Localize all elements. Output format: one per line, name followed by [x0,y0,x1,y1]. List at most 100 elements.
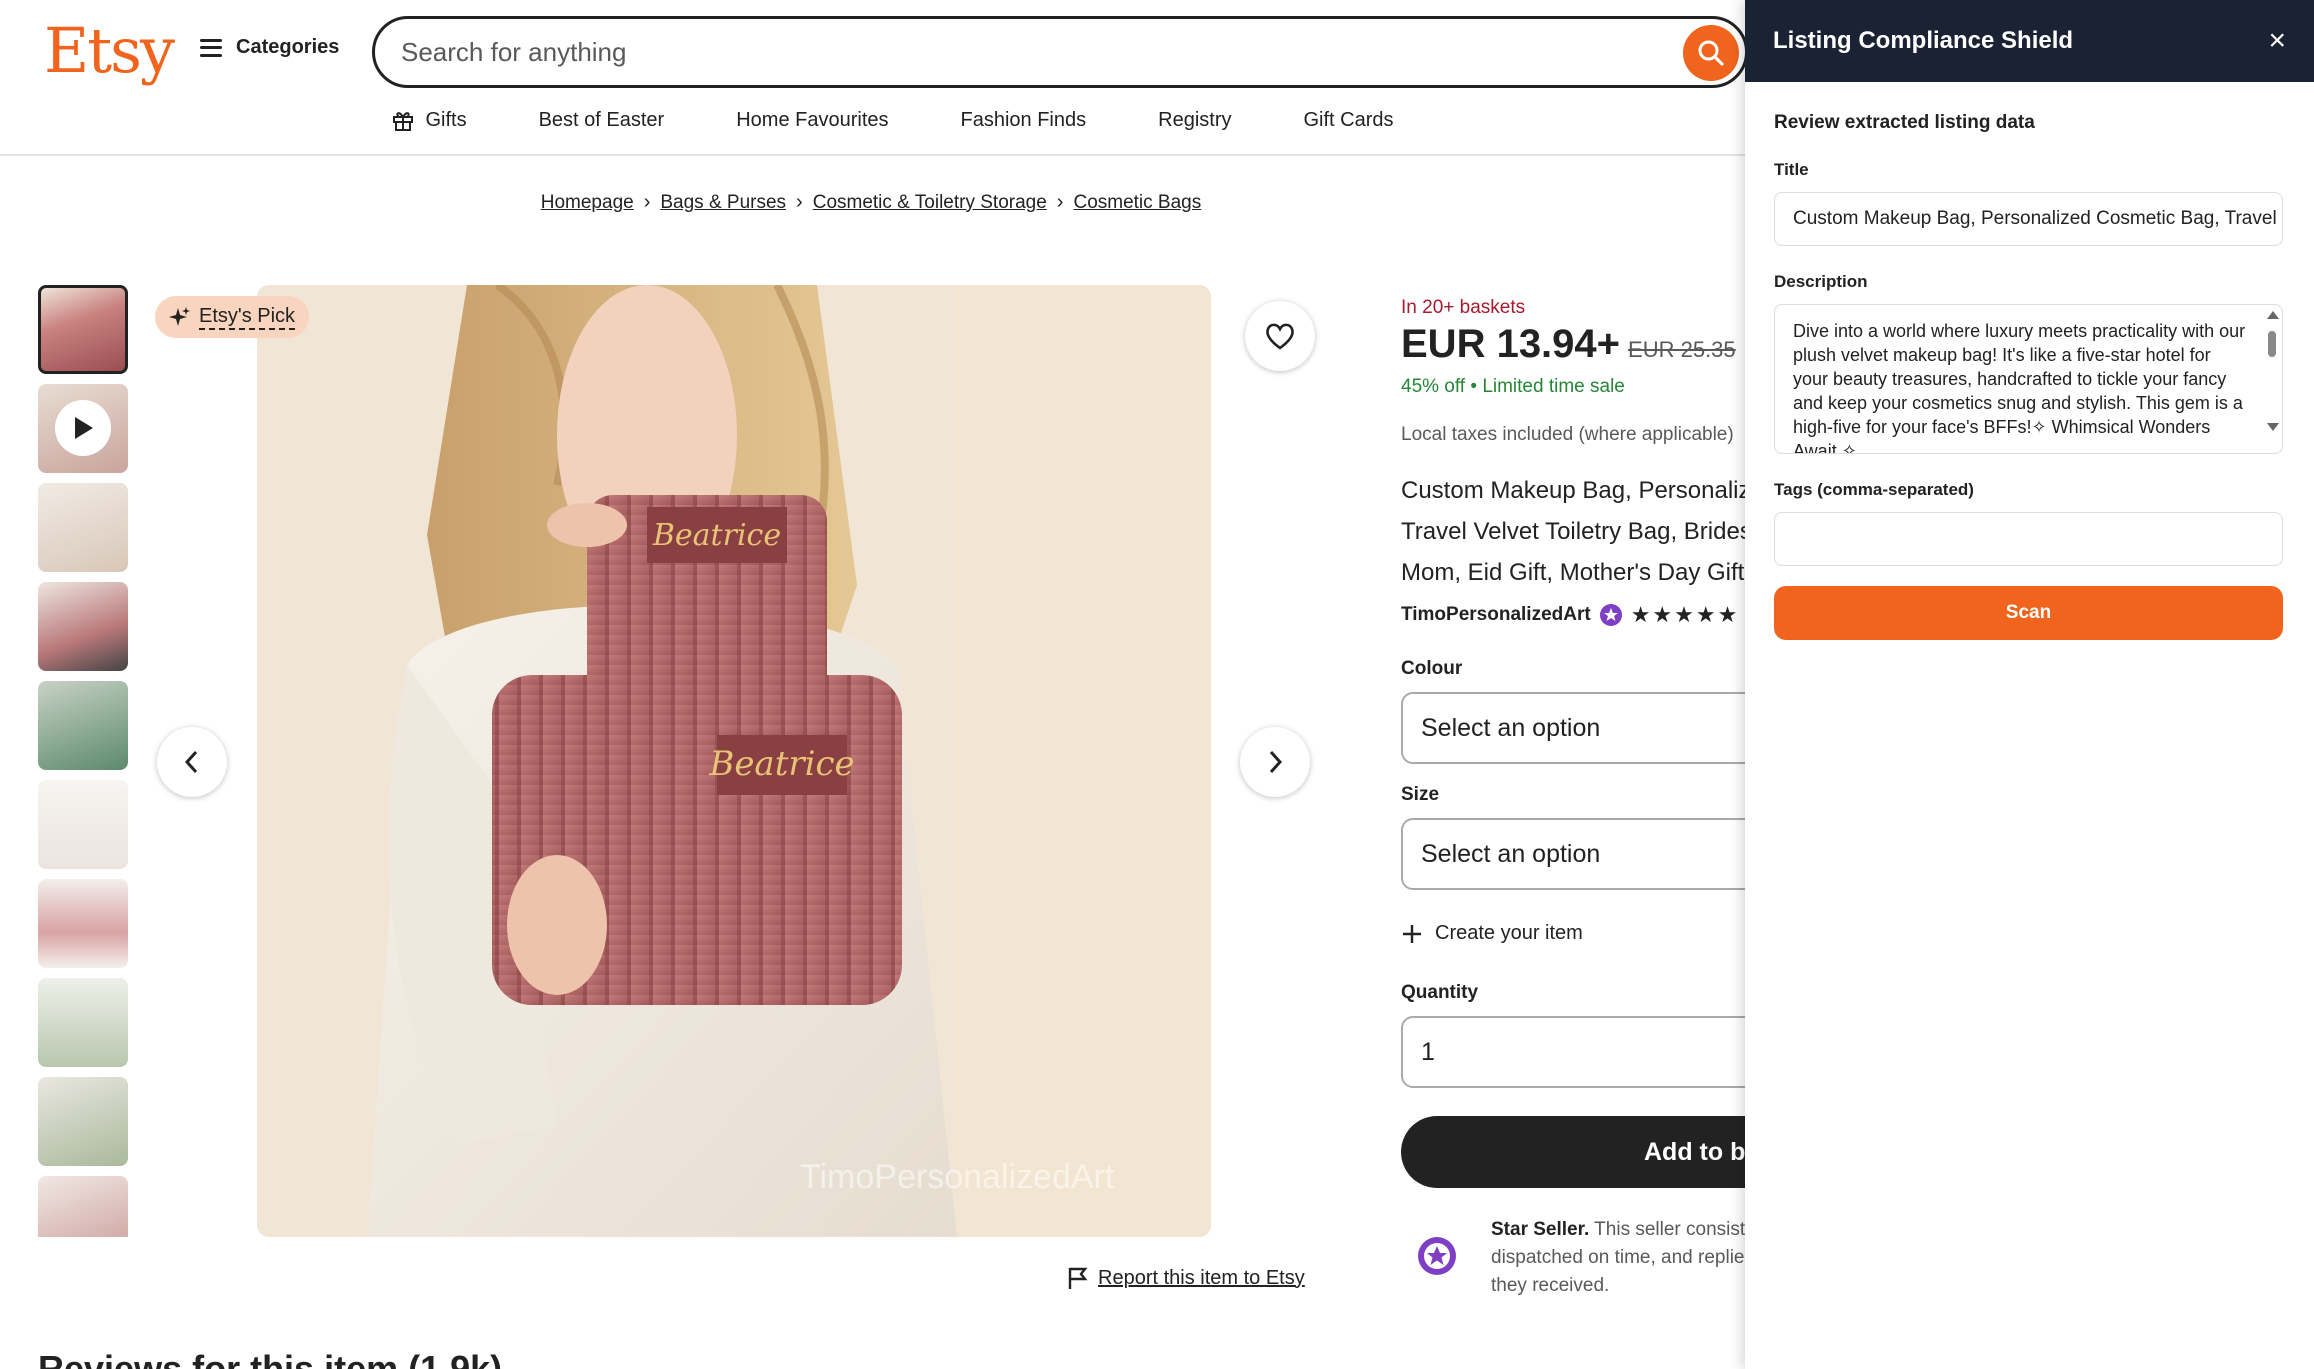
title-field[interactable]: Custom Makeup Bag, Personalized Cosmetic… [1774,192,2283,246]
star-seller-text: dispatched on time, and replied [1491,1247,1745,1268]
favourite-button[interactable] [1245,301,1315,371]
product-title-line: Travel Velvet Toiletry Bag, Bridesmaid [1401,518,1745,545]
original-price: EUR 25.35 [1628,337,1736,362]
size-select-value: Select an option [1421,839,1601,868]
product-photo: Beatrice Beatrice TimoPersonalizedArt [257,285,1211,1237]
thumbnail[interactable] [38,681,128,770]
previous-image-button[interactable] [157,727,227,797]
star-seller-title: Star Seller. [1491,1219,1590,1240]
categories-label: Categories [236,36,340,58]
nav-registry[interactable]: Registry [1158,108,1231,132]
compliance-panel: Listing Compliance Shield × Review extra… [1745,0,2314,1369]
create-label: Create your item [1435,922,1583,944]
gift-icon [393,112,414,131]
shop-info: TimoPersonalizedArt ★★★★★ [1401,602,1739,628]
nav-home-favourites[interactable]: Home Favourites [736,108,888,132]
sparkle-icon [169,307,190,326]
breadcrumb-cosmetic-storage[interactable]: Cosmetic & Toiletry Storage [813,192,1047,214]
etsys-pick-label: Etsy's Pick [199,305,296,330]
etsy-logo[interactable]: Etsy [44,14,175,87]
quantity-label: Quantity [1401,982,1479,1003]
create-your-item-button[interactable]: Create your item [1401,922,1583,945]
nav-label: Registry [1158,108,1232,131]
product-image[interactable]: Beatrice Beatrice TimoPersonalizedArt [257,285,1211,1237]
nav-fashion-finds[interactable]: Fashion Finds [961,108,1087,132]
description-scrollbar[interactable] [2266,311,2279,447]
star-seller-badge-icon [1417,1236,1457,1281]
thumbnail-strip [38,285,130,1237]
rating-stars[interactable]: ★★★★★ [1631,602,1740,628]
bag-name-text: Beatrice [708,744,854,784]
product-title: Custom Makeup Bag, Personalized Travel V… [1401,470,1745,593]
thumbnail[interactable] [38,1077,128,1166]
thumbnail[interactable] [38,879,128,968]
nav-label: Best of Easter [538,108,665,131]
video-thumbnail[interactable] [38,384,128,473]
size-label: Size [1401,784,1440,805]
reviews-heading: Reviews for this item (1.9k) [38,1348,503,1369]
thumbnail[interactable] [38,780,128,869]
discount: 45% off [1401,376,1466,397]
add-to-basket-button[interactable]: Add to basket [1401,1116,1745,1188]
title-field-label: Title [1774,160,1809,179]
price: EUR 13.94+ EUR 25.35 [1401,322,1736,367]
breadcrumb-cosmetic-bags[interactable]: Cosmetic Bags [1073,192,1201,214]
scroll-up-icon[interactable] [2267,311,2279,319]
current-price: EUR 13.94+ [1401,322,1621,366]
heart-icon [1266,323,1294,350]
bullet: • [1470,376,1483,397]
plus-icon [1403,924,1421,943]
scroll-thumb[interactable] [2268,331,2276,357]
report-item-link[interactable]: Report this item to Etsy [1066,1266,1305,1290]
taxes-note: Local taxes included (where applicable) [1401,424,1734,445]
nav-best-of-easter[interactable]: Best of Easter [539,108,665,132]
colour-label: Colour [1401,658,1463,679]
nav-gifts[interactable]: Gifts [391,108,467,132]
scan-label: Scan [2005,602,2052,623]
product-title-line: Custom Makeup Bag, Personalized [1401,477,1745,504]
panel-body: Review extracted listing data Title Cust… [1745,82,2314,640]
nav-label: Home Favourites [736,108,889,131]
nav-gift-cards[interactable]: Gift Cards [1303,108,1393,132]
nav-label: Gift Cards [1303,108,1394,131]
description-text: Dive into a world where luxury meets pra… [1793,321,2246,454]
quantity-select[interactable]: 1 [1401,1016,1745,1088]
categories-button[interactable]: Categories [200,36,339,59]
star-seller-text: they received. [1491,1275,1610,1296]
quantity-value: 1 [1421,1037,1435,1066]
thumbnail[interactable] [38,582,128,671]
scan-button[interactable]: Scan [1774,586,2283,640]
report-label: Report this item to Etsy [1098,1266,1305,1289]
chevron-right-icon: › [796,191,803,213]
size-select[interactable]: Select an option [1401,818,1745,890]
breadcrumb-homepage[interactable]: Homepage [541,192,634,214]
chevron-right-icon: › [643,191,651,213]
panel-title: Listing Compliance Shield [1773,27,2074,54]
play-icon [55,400,111,456]
chevron-right-icon [1269,750,1283,774]
thumbnail[interactable] [38,978,128,1067]
star-seller-info: Star Seller. This seller consistently ea… [1491,1216,1745,1300]
etsys-pick-badge[interactable]: Etsy's Pick [155,296,310,338]
colour-select-value: Select an option [1421,713,1601,742]
scroll-down-icon[interactable] [2267,423,2279,431]
flag-icon [1068,1267,1088,1289]
tags-field[interactable] [1774,512,2283,566]
star-seller-icon [1599,604,1622,626]
colour-select[interactable]: Select an option [1401,692,1745,764]
sale-info: 45% off • Limited time sale [1401,376,1625,398]
sale-label: Limited time sale [1482,376,1625,397]
panel-subtitle: Review extracted listing data [1774,112,2035,133]
chevron-left-icon [184,750,198,774]
next-image-button[interactable] [1240,727,1310,797]
close-icon[interactable]: × [2268,26,2286,56]
bag-name-text: Beatrice [652,518,781,553]
baskets-count: In 20+ baskets [1401,297,1526,318]
thumbnail[interactable] [38,483,128,572]
breadcrumb-bags-purses[interactable]: Bags & Purses [660,192,786,214]
shop-name-link[interactable]: TimoPersonalizedArt [1401,604,1591,626]
add-to-basket-label: Add to basket [1644,1137,1745,1166]
thumbnail[interactable] [38,285,128,374]
description-field[interactable]: Dive into a world where luxury meets pra… [1774,304,2283,454]
thumbnail[interactable] [38,1176,128,1237]
